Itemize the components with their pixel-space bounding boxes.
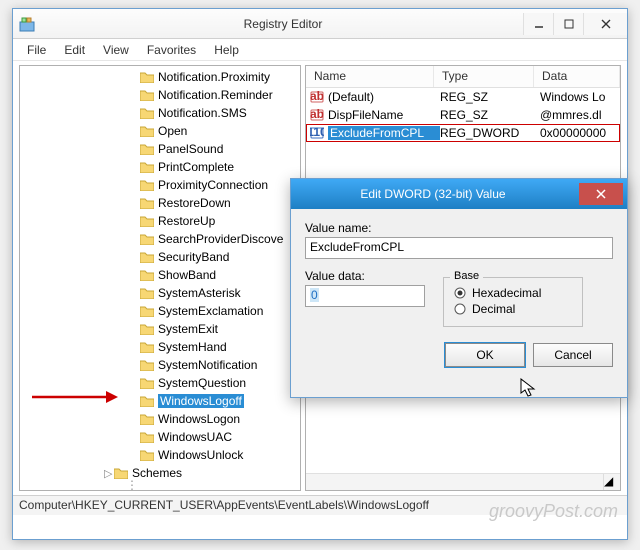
folder-icon [140,71,154,83]
tree-item[interactable]: SystemExclamation [20,302,300,320]
dialog-titlebar[interactable]: Edit DWORD (32-bit) Value [291,179,627,209]
tree-item[interactable]: WindowsLogon [20,410,300,428]
folder-icon [140,251,154,263]
tree-item[interactable]: WindowsUnlock [20,446,300,464]
menu-help[interactable]: Help [206,41,247,59]
dialog-close-button[interactable] [579,183,623,205]
tree-item[interactable]: SystemQuestion [20,374,300,392]
folder-icon [140,305,154,317]
tree-item[interactable]: SystemExit [20,320,300,338]
tree-item[interactable]: SystemHand [20,338,300,356]
tree-item[interactable]: SearchProviderDiscove [20,230,300,248]
statusbar: Computer\HKEY_CURRENT_USER\AppEvents\Eve… [13,495,627,515]
maximize-button[interactable] [553,13,583,35]
tree-item[interactable]: RestoreUp [20,212,300,230]
tree-item[interactable]: ProximityConnection [20,176,300,194]
folder-icon [140,125,154,137]
tree-item[interactable]: SecurityBand [20,248,300,266]
folder-icon [140,197,154,209]
list-row[interactable]: abDispFileNameREG_SZ@mmres.dl [306,106,620,124]
menubar: File Edit View Favorites Help [13,39,627,61]
col-type[interactable]: Type [434,66,534,87]
titlebar[interactable]: Registry Editor [13,9,627,39]
edit-dword-dialog[interactable]: Edit DWORD (32-bit) Value Value name: Ex… [290,178,628,398]
tree-item[interactable]: Notification.Reminder [20,86,300,104]
list-row[interactable]: ab(Default)REG_SZWindows Lo [306,88,620,106]
tree-item[interactable]: PanelSound [20,140,300,158]
svg-text:ab: ab [310,108,324,121]
menu-edit[interactable]: Edit [56,41,93,59]
col-data[interactable]: Data [534,66,620,87]
value-name-label: Value name: [305,221,613,235]
folder-icon [140,449,154,461]
menu-favorites[interactable]: Favorites [139,41,204,59]
folder-icon [140,395,154,407]
tree-item[interactable]: PrintComplete [20,158,300,176]
col-name[interactable]: Name [306,66,434,87]
tree-item[interactable]: RestoreDown [20,194,300,212]
folder-icon [140,215,154,227]
ok-button[interactable]: OK [445,343,525,367]
radio-decimal[interactable]: Decimal [454,302,572,316]
menu-file[interactable]: File [19,41,54,59]
folder-icon [140,323,154,335]
tree-item[interactable]: Open [20,122,300,140]
tree-pane[interactable]: Notification.ProximityNotification.Remin… [19,65,301,491]
folder-icon [140,89,154,101]
folder-icon [140,377,154,389]
window-controls [523,13,627,35]
folder-icon [140,107,154,119]
tree-item[interactable]: Notification.Proximity [20,68,300,86]
folder-icon [140,143,154,155]
value-data-label: Value data: [305,269,425,283]
tree-item[interactable]: SystemNotification [20,356,300,374]
folder-icon [140,161,154,173]
base-groupbox: Base Hexadecimal Decimal [443,277,583,327]
folder-icon [140,179,154,191]
cancel-button[interactable]: Cancel [533,343,613,367]
app-icon [19,16,35,32]
value-type-icon: ab [310,90,324,104]
tree-item[interactable]: SystemAsterisk [20,284,300,302]
folder-icon [140,359,154,371]
window-title: Registry Editor [43,17,523,31]
folder-icon [140,413,154,425]
tree-item[interactable]: Notification.SMS [20,104,300,122]
folder-icon [140,431,154,443]
value-type-icon: 110 [310,126,324,140]
tree-item-schemes[interactable]: ▷Schemes [20,464,300,482]
list-header: Name Type Data [306,66,620,88]
value-type-icon: ab [310,108,324,122]
tree-item[interactable]: ShowBand [20,266,300,284]
base-legend: Base [450,270,483,282]
close-button[interactable] [583,13,627,35]
minimize-button[interactable] [523,13,553,35]
folder-icon [140,269,154,281]
svg-text:110: 110 [310,126,324,139]
list-row[interactable]: 110ExcludeFromCPLREG_DWORD0x00000000 [306,124,620,142]
tree-item[interactable]: WindowsUAC [20,428,300,446]
value-name-input[interactable]: ExcludeFromCPL [305,237,613,259]
folder-icon [140,287,154,299]
folder-icon [140,341,154,353]
tree-item[interactable]: WindowsLogoff [20,392,300,410]
svg-text:ab: ab [310,90,324,103]
radio-hexadecimal[interactable]: Hexadecimal [454,286,572,300]
folder-icon [140,233,154,245]
value-data-input[interactable]: 0 [305,285,425,307]
menu-view[interactable]: View [95,41,137,59]
dialog-title: Edit DWORD (32-bit) Value [291,187,575,201]
